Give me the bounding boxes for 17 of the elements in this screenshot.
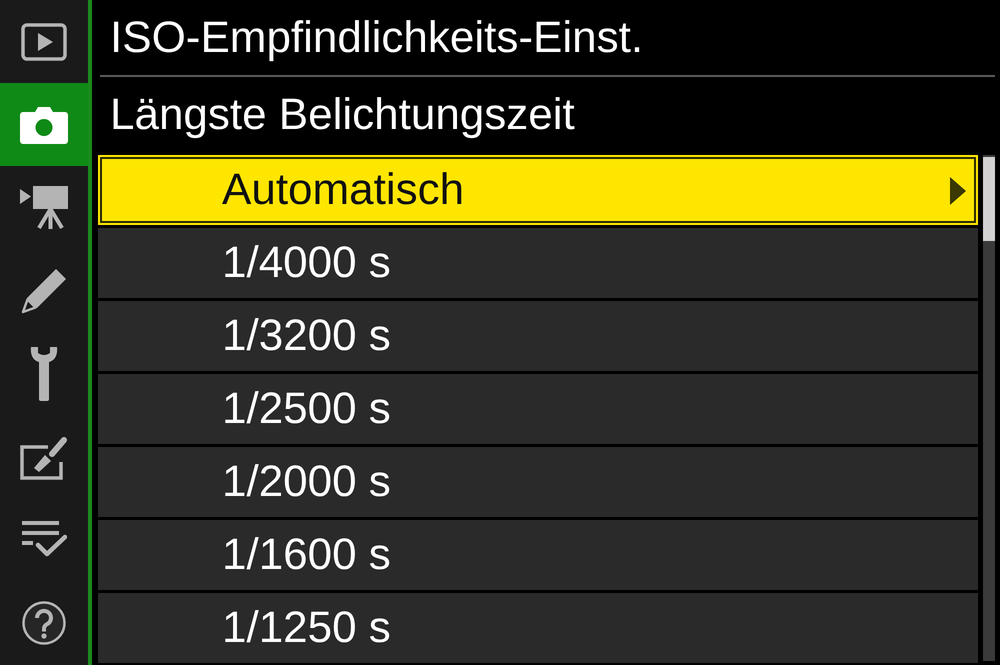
sidebar-tab[interactable] bbox=[0, 83, 88, 166]
help-icon bbox=[22, 601, 66, 646]
menu-subtitle: Längste Belichtungszeit bbox=[110, 92, 575, 136]
menu-option[interactable]: Automatisch bbox=[98, 155, 978, 225]
menu-option[interactable]: 1/1250 s bbox=[98, 593, 978, 663]
frame-brush-icon bbox=[20, 434, 68, 480]
menu-option[interactable]: 1/3200 s bbox=[98, 301, 978, 371]
movie-camera-icon bbox=[19, 186, 69, 230]
menu-option[interactable]: 1/2000 s bbox=[98, 447, 978, 517]
menu-option[interactable]: 1/2500 s bbox=[98, 374, 978, 444]
menu-title: ISO-Empfindlichkeits-Einst. bbox=[110, 16, 644, 60]
play-icon bbox=[21, 22, 67, 61]
wrench-icon bbox=[30, 346, 58, 402]
menu-option[interactable]: 1/1600 s bbox=[98, 520, 978, 590]
camera-icon bbox=[20, 106, 68, 144]
pencil-icon bbox=[21, 268, 67, 314]
menu-option[interactable]: 1/4000 s bbox=[98, 228, 978, 298]
